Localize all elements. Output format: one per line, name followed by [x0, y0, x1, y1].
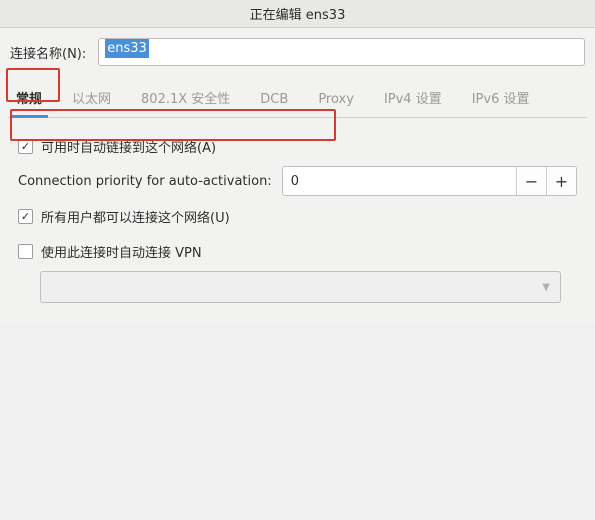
tab-8021x[interactable]: 802.1X 安全性: [135, 80, 236, 117]
auto-connect-checkbox[interactable]: [18, 139, 33, 154]
priority-value[interactable]: 0: [283, 167, 516, 195]
vpn-select: ▼: [40, 271, 561, 303]
priority-spinner[interactable]: 0 − +: [282, 166, 577, 196]
general-tab-content: 可用时自动链接到这个网络(A) Connection priority for …: [0, 118, 595, 323]
tab-ipv4[interactable]: IPv4 设置: [378, 80, 448, 117]
auto-vpn-label: 使用此连接时自动连接 VPN: [41, 242, 202, 261]
window-title: 正在编辑 ens33: [250, 4, 346, 23]
tab-general[interactable]: 常规: [10, 80, 48, 117]
connection-name-input[interactable]: ens33: [98, 38, 585, 66]
window-titlebar: 正在编辑 ens33: [0, 0, 595, 28]
chevron-down-icon: ▼: [542, 282, 550, 293]
all-users-row: 所有用户都可以连接这个网络(U): [12, 202, 583, 230]
priority-decrement-button[interactable]: −: [516, 167, 546, 195]
tab-proxy[interactable]: Proxy: [312, 84, 360, 117]
connection-name-value: ens33: [105, 39, 149, 58]
tab-dcb[interactable]: DCB: [254, 84, 294, 117]
auto-connect-label: 可用时自动链接到这个网络(A): [41, 137, 216, 156]
connection-name-label: 连接名称(N):: [10, 43, 86, 62]
tab-bar: 常规 以太网 802.1X 安全性 DCB Proxy IPv4 设置 IPv6…: [8, 74, 587, 118]
all-users-checkbox[interactable]: [18, 209, 33, 224]
all-users-label: 所有用户都可以连接这个网络(U): [41, 207, 230, 226]
priority-label: Connection priority for auto-activation:: [18, 174, 272, 189]
auto-vpn-checkbox[interactable]: [18, 244, 33, 259]
auto-connect-row: 可用时自动链接到这个网络(A): [12, 132, 583, 160]
tab-ethernet[interactable]: 以太网: [66, 80, 117, 117]
priority-row: Connection priority for auto-activation:…: [12, 160, 583, 202]
priority-increment-button[interactable]: +: [546, 167, 576, 195]
auto-vpn-row: 使用此连接时自动连接 VPN: [12, 230, 583, 265]
tab-ipv6[interactable]: IPv6 设置: [466, 80, 536, 117]
